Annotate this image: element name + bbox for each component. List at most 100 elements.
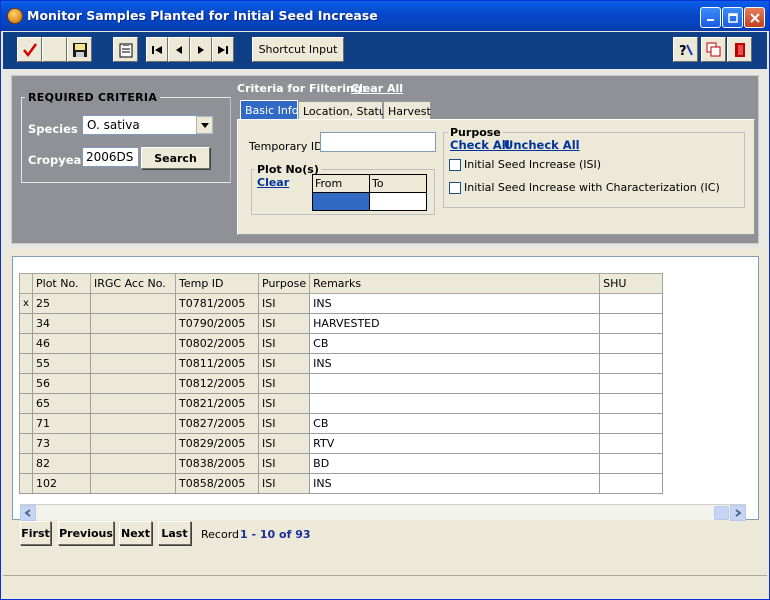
plot-no-cell[interactable]: 73	[32, 433, 91, 454]
irgc-cell[interactable]	[90, 413, 176, 434]
irgc-cell[interactable]	[90, 393, 176, 414]
shu-cell[interactable]	[599, 473, 664, 494]
temp-id-cell[interactable]: T0827/2005	[175, 413, 259, 434]
shu-cell[interactable]	[599, 293, 664, 314]
plot-no-cell[interactable]: 82	[32, 453, 91, 474]
plot-no-cell[interactable]: 71	[32, 413, 91, 434]
scroll-left-button[interactable]	[20, 505, 36, 521]
blank-button[interactable]	[42, 37, 67, 62]
col-purpose[interactable]: Purpose	[257, 273, 311, 294]
previous-button[interactable]: Previous	[58, 521, 114, 545]
shortcut-input-button[interactable]: Shortcut Input	[252, 37, 344, 62]
purpose-cell[interactable]: ISI	[257, 373, 311, 394]
plot-no-cell[interactable]: 25	[32, 293, 91, 314]
exit-button[interactable]	[727, 37, 752, 62]
remarks-cell[interactable]: HARVESTED	[309, 313, 601, 334]
plot-no-cell[interactable]: 55	[32, 353, 91, 374]
remarks-cell[interactable]: INS	[309, 473, 601, 494]
col-temp-id[interactable]: Temp ID	[175, 273, 259, 294]
horizontal-scrollbar[interactable]	[20, 504, 746, 521]
plot-range-grid[interactable]: From To	[312, 174, 427, 211]
first-record-button[interactable]	[146, 37, 168, 62]
table-row[interactable]: 82 T0838/2005 ISI BD	[19, 453, 664, 474]
uncheck-all-link[interactable]: Uncheck All	[504, 138, 580, 152]
shu-cell[interactable]	[599, 393, 664, 414]
isi-checkbox[interactable]	[449, 159, 461, 171]
plot-clear-link[interactable]: Clear	[257, 176, 289, 189]
irgc-cell[interactable]	[90, 373, 176, 394]
purpose-cell[interactable]: ISI	[257, 313, 311, 334]
clear-all-link[interactable]: Clear All	[351, 82, 403, 95]
table-row[interactable]: 71 T0827/2005 ISI CB	[19, 413, 664, 434]
shu-cell[interactable]	[599, 413, 664, 434]
plot-from-cell[interactable]	[313, 193, 370, 210]
table-row[interactable]: x 25 T0781/2005 ISI INS	[19, 293, 664, 314]
irgc-cell[interactable]	[90, 293, 176, 314]
temporary-id-input[interactable]	[320, 132, 436, 152]
irgc-cell[interactable]	[90, 453, 176, 474]
temp-id-cell[interactable]: T0802/2005	[175, 333, 259, 354]
purpose-cell[interactable]: ISI	[257, 333, 311, 354]
scroll-right-button[interactable]	[730, 505, 746, 521]
plot-no-cell[interactable]: 102	[32, 473, 91, 494]
remarks-cell[interactable]: CB	[309, 413, 601, 434]
plot-no-cell[interactable]: 56	[32, 373, 91, 394]
remarks-cell[interactable]	[309, 393, 601, 414]
cropyear-input[interactable]: 2006DS	[82, 147, 139, 167]
shu-cell[interactable]	[599, 313, 664, 334]
next-button[interactable]: Next	[119, 521, 152, 545]
shu-cell[interactable]	[599, 373, 664, 394]
remarks-cell[interactable]: BD	[309, 453, 601, 474]
col-plot-no[interactable]: Plot No.	[32, 273, 91, 294]
table-row[interactable]: 34 T0790/2005 ISI HARVESTED	[19, 313, 664, 334]
check-button[interactable]	[17, 37, 42, 62]
previous-record-button[interactable]	[168, 37, 190, 62]
plot-no-cell[interactable]: 34	[32, 313, 91, 334]
irgc-cell[interactable]	[90, 433, 176, 454]
species-dropdown-button[interactable]	[196, 116, 213, 134]
remarks-cell[interactable]: INS	[309, 353, 601, 374]
save-button[interactable]	[67, 37, 92, 62]
tab-basic-info[interactable]: Basic Info	[240, 100, 298, 120]
scroll-thumb[interactable]	[714, 506, 729, 520]
remarks-cell[interactable]: RTV	[309, 433, 601, 454]
species-select[interactable]: O. sativa	[82, 115, 214, 135]
purpose-cell[interactable]: ISI	[257, 393, 311, 414]
temp-id-cell[interactable]: T0829/2005	[175, 433, 259, 454]
purpose-cell[interactable]: ISI	[257, 433, 311, 454]
clipboard-button[interactable]	[113, 37, 138, 62]
irgc-cell[interactable]	[90, 313, 176, 334]
shu-cell[interactable]	[599, 353, 664, 374]
tab-location-status[interactable]: Location, Status	[298, 101, 392, 120]
last-button[interactable]: Last	[158, 521, 191, 545]
plot-no-cell[interactable]: 65	[32, 393, 91, 414]
col-remarks[interactable]: Remarks	[309, 273, 601, 294]
table-row[interactable]: 65 T0821/2005 ISI	[19, 393, 664, 414]
help-button[interactable]: ?	[673, 37, 698, 62]
temp-id-cell[interactable]: T0838/2005	[175, 453, 259, 474]
temp-id-cell[interactable]: T0858/2005	[175, 473, 259, 494]
purpose-cell[interactable]: ISI	[257, 453, 311, 474]
plot-to-cell[interactable]	[370, 193, 426, 210]
shu-cell[interactable]	[599, 453, 664, 474]
remarks-cell[interactable]: INS	[309, 293, 601, 314]
maximize-button[interactable]	[722, 7, 743, 28]
shu-cell[interactable]	[599, 433, 664, 454]
col-shu[interactable]: SHU	[599, 273, 664, 294]
search-button[interactable]: Search	[141, 147, 210, 169]
table-row[interactable]: 46 T0802/2005 ISI CB	[19, 333, 664, 354]
remarks-cell[interactable]	[309, 373, 601, 394]
temp-id-cell[interactable]: T0811/2005	[175, 353, 259, 374]
table-row[interactable]: 102 T0858/2005 ISI INS	[19, 473, 664, 494]
first-button[interactable]: First	[20, 521, 51, 545]
purpose-cell[interactable]: ISI	[257, 293, 311, 314]
remarks-cell[interactable]: CB	[309, 333, 601, 354]
next-record-button[interactable]	[190, 37, 212, 62]
last-record-button[interactable]	[212, 37, 234, 62]
table-row[interactable]: 73 T0829/2005 ISI RTV	[19, 433, 664, 454]
minimize-button[interactable]	[700, 7, 721, 28]
temp-id-cell[interactable]: T0821/2005	[175, 393, 259, 414]
close-button[interactable]	[744, 7, 765, 28]
temp-id-cell[interactable]: T0790/2005	[175, 313, 259, 334]
tab-harvest[interactable]: Harvest	[383, 101, 431, 120]
